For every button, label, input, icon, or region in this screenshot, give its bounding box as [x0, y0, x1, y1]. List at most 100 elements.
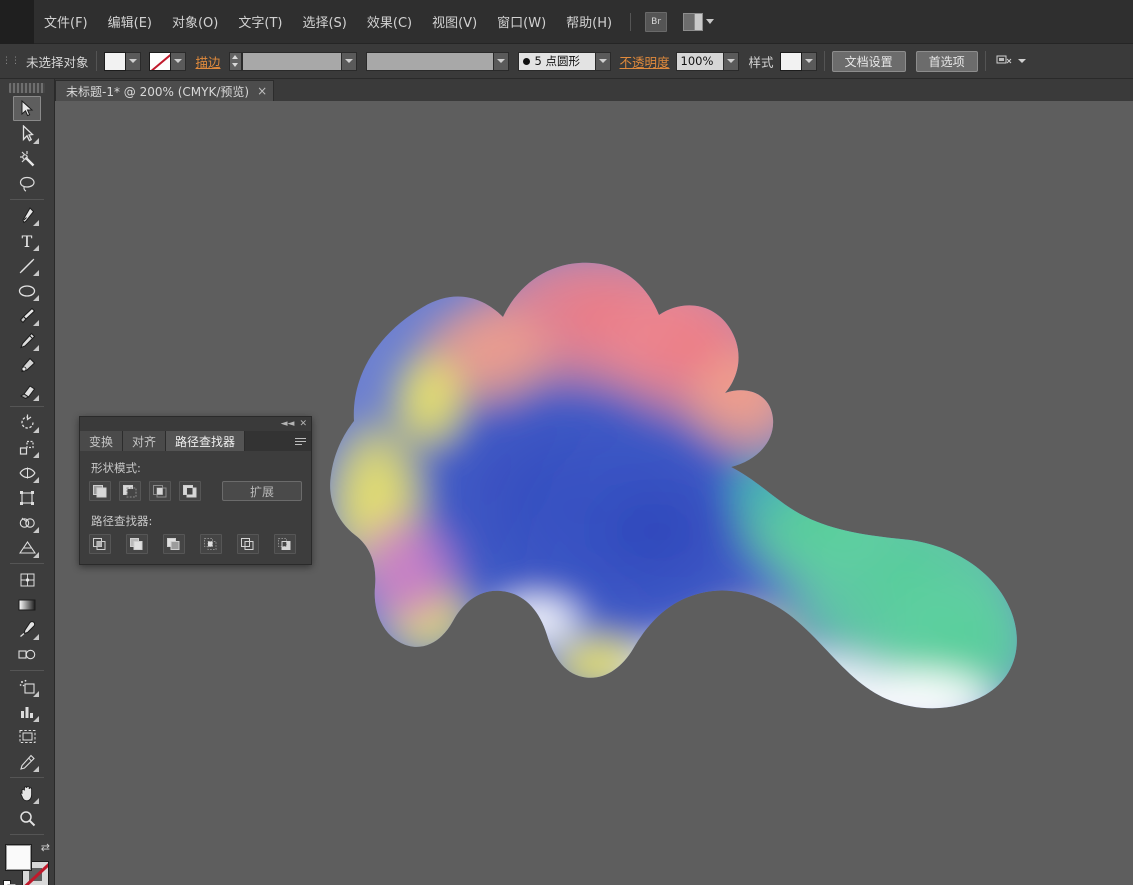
gradient-tool[interactable]	[13, 592, 41, 617]
stroke-label[interactable]: 描边	[196, 52, 221, 71]
bridge-icon[interactable]: Br	[645, 11, 668, 32]
hand-tool[interactable]	[13, 781, 41, 806]
tool-divider	[10, 777, 44, 778]
align-to-pixel-control[interactable]	[993, 52, 1030, 71]
pen-tool[interactable]	[13, 203, 41, 228]
slice-tool[interactable]	[13, 749, 41, 774]
opacity-label[interactable]: 不透明度	[620, 52, 670, 71]
opacity-control[interactable]: 100%	[675, 51, 739, 71]
eyedropper-tool[interactable]	[13, 617, 41, 642]
menu-select[interactable]: 选择(S)	[293, 8, 355, 35]
artboard-tool[interactable]	[13, 724, 41, 749]
fill-indicator[interactable]	[5, 844, 32, 871]
magic-wand-tool[interactable]	[13, 146, 41, 171]
close-icon[interactable]: ×	[257, 85, 267, 97]
stroke-dropdown-arrow[interactable]	[170, 51, 186, 71]
stroke-color-control[interactable]	[148, 51, 186, 71]
width-tool[interactable]	[13, 460, 41, 485]
menubar-divider	[630, 12, 632, 31]
align-to-pixel-icon[interactable]	[993, 52, 1015, 71]
shape-builder-tool[interactable]	[13, 510, 41, 535]
line-segment-tool[interactable]	[13, 253, 41, 278]
menu-file[interactable]: 文件(F)	[35, 8, 97, 35]
pf-unite[interactable]	[89, 481, 111, 501]
tools-panel-grip[interactable]	[9, 83, 45, 93]
stroke-weight-dropdown-arrow[interactable]	[341, 51, 357, 71]
tab-align[interactable]: 对齐	[123, 431, 167, 451]
brush-definition-field[interactable]: 5 点圆形	[517, 51, 596, 71]
type-tool[interactable]: T	[13, 228, 41, 253]
pf-minus-back[interactable]	[274, 534, 296, 554]
lasso-tool[interactable]	[13, 171, 41, 196]
pathfinder-panel[interactable]: ◄◄ ✕ 变换 对齐 路径查找器 形状模式: 扩展 路径查找器:	[79, 416, 312, 565]
stroke-style-field[interactable]	[365, 51, 494, 71]
zoom-tool[interactable]	[13, 806, 41, 831]
paintbrush-tool[interactable]	[13, 303, 41, 328]
eraser-tool[interactable]	[13, 378, 41, 403]
graphic-style-dropdown-arrow[interactable]	[801, 51, 817, 71]
pf-merge[interactable]	[163, 534, 185, 554]
pf-minus-front[interactable]	[119, 481, 141, 501]
brush-dropdown-arrow[interactable]	[595, 51, 611, 71]
menu-object[interactable]: 对象(O)	[163, 8, 227, 35]
arrange-documents-button[interactable]	[683, 12, 715, 31]
stroke-swatch-none[interactable]	[148, 51, 171, 71]
perspective-grid-tool[interactable]	[13, 535, 41, 560]
document-tab[interactable]: 未标题-1* @ 200% (CMYK/预览) ×	[55, 80, 275, 101]
control-bar-grip[interactable]: ⋮⋮	[2, 49, 20, 73]
scale-tool[interactable]	[13, 435, 41, 460]
blob-brush-tool[interactable]	[13, 353, 41, 378]
document-setup-button[interactable]: 文档设置	[831, 50, 906, 72]
fill-dropdown-arrow[interactable]	[125, 51, 141, 71]
fill-color-control[interactable]	[103, 51, 141, 71]
expand-button[interactable]: 扩展	[222, 481, 302, 501]
tab-transform[interactable]: 变换	[80, 431, 124, 451]
close-panel-icon[interactable]: ✕	[299, 419, 307, 429]
tab-pathfinder[interactable]: 路径查找器	[166, 431, 246, 451]
align-dropdown-arrow[interactable]	[1015, 52, 1030, 71]
stroke-weight-field[interactable]	[241, 51, 342, 71]
free-transform-tool[interactable]	[13, 485, 41, 510]
menu-edit[interactable]: 编辑(E)	[99, 8, 161, 35]
menu-help[interactable]: 帮助(H)	[557, 8, 621, 35]
opacity-field[interactable]: 100%	[675, 51, 724, 71]
panel-menu-icon[interactable]	[295, 435, 307, 447]
collapse-panel-icon[interactable]: ◄◄	[281, 419, 295, 429]
illustrator-window: 文件(F) 编辑(E) 对象(O) 文字(T) 选择(S) 效果(C) 视图(V…	[0, 0, 1133, 885]
graphic-style-swatch[interactable]	[779, 51, 802, 71]
ellipse-tool[interactable]	[13, 278, 41, 303]
pf-intersect[interactable]	[149, 481, 171, 501]
menu-type[interactable]: 文字(T)	[229, 8, 291, 35]
menu-window[interactable]: 窗口(W)	[488, 8, 555, 35]
pf-exclude[interactable]	[179, 481, 201, 501]
fill-swatch[interactable]	[103, 51, 126, 71]
default-fill-stroke-icon[interactable]	[3, 878, 16, 885]
graphic-style-control[interactable]	[779, 51, 817, 71]
menu-bar: 文件(F) 编辑(E) 对象(O) 文字(T) 选择(S) 效果(C) 视图(V…	[0, 0, 1133, 44]
column-graph-tool[interactable]	[13, 699, 41, 724]
panel-title-bar[interactable]: ◄◄ ✕	[80, 417, 311, 431]
pf-outline[interactable]	[237, 534, 259, 554]
blend-tool[interactable]	[13, 642, 41, 667]
menu-effect[interactable]: 效果(C)	[358, 8, 421, 35]
pf-crop[interactable]	[200, 534, 222, 554]
stroke-weight-control[interactable]	[228, 51, 357, 71]
pf-divide[interactable]	[89, 534, 111, 554]
preferences-button[interactable]: 首选项	[915, 50, 978, 72]
stroke-style-dropdown-arrow[interactable]	[493, 51, 509, 71]
brush-definition-control[interactable]: 5 点圆形	[517, 51, 611, 71]
rotate-tool[interactable]	[13, 410, 41, 435]
stroke-weight-stepper[interactable]	[228, 51, 242, 71]
pencil-tool[interactable]	[13, 328, 41, 353]
tool-divider	[10, 563, 44, 564]
mesh-tool[interactable]	[13, 567, 41, 592]
menu-view[interactable]: 视图(V)	[423, 8, 486, 35]
stroke-style-control[interactable]	[365, 51, 509, 71]
control-bar: ⋮⋮ 未选择对象 描边 5 点圆形 不透明度 100% 样式 文档设置 首选项	[0, 44, 1133, 79]
opacity-dropdown-arrow[interactable]	[723, 51, 739, 71]
symbol-sprayer-tool[interactable]	[13, 674, 41, 699]
direct-selection-tool[interactable]	[13, 121, 41, 146]
pf-trim[interactable]	[126, 534, 148, 554]
selection-tool[interactable]	[13, 96, 41, 121]
swap-fill-stroke-icon[interactable]: ⇄	[41, 841, 50, 854]
